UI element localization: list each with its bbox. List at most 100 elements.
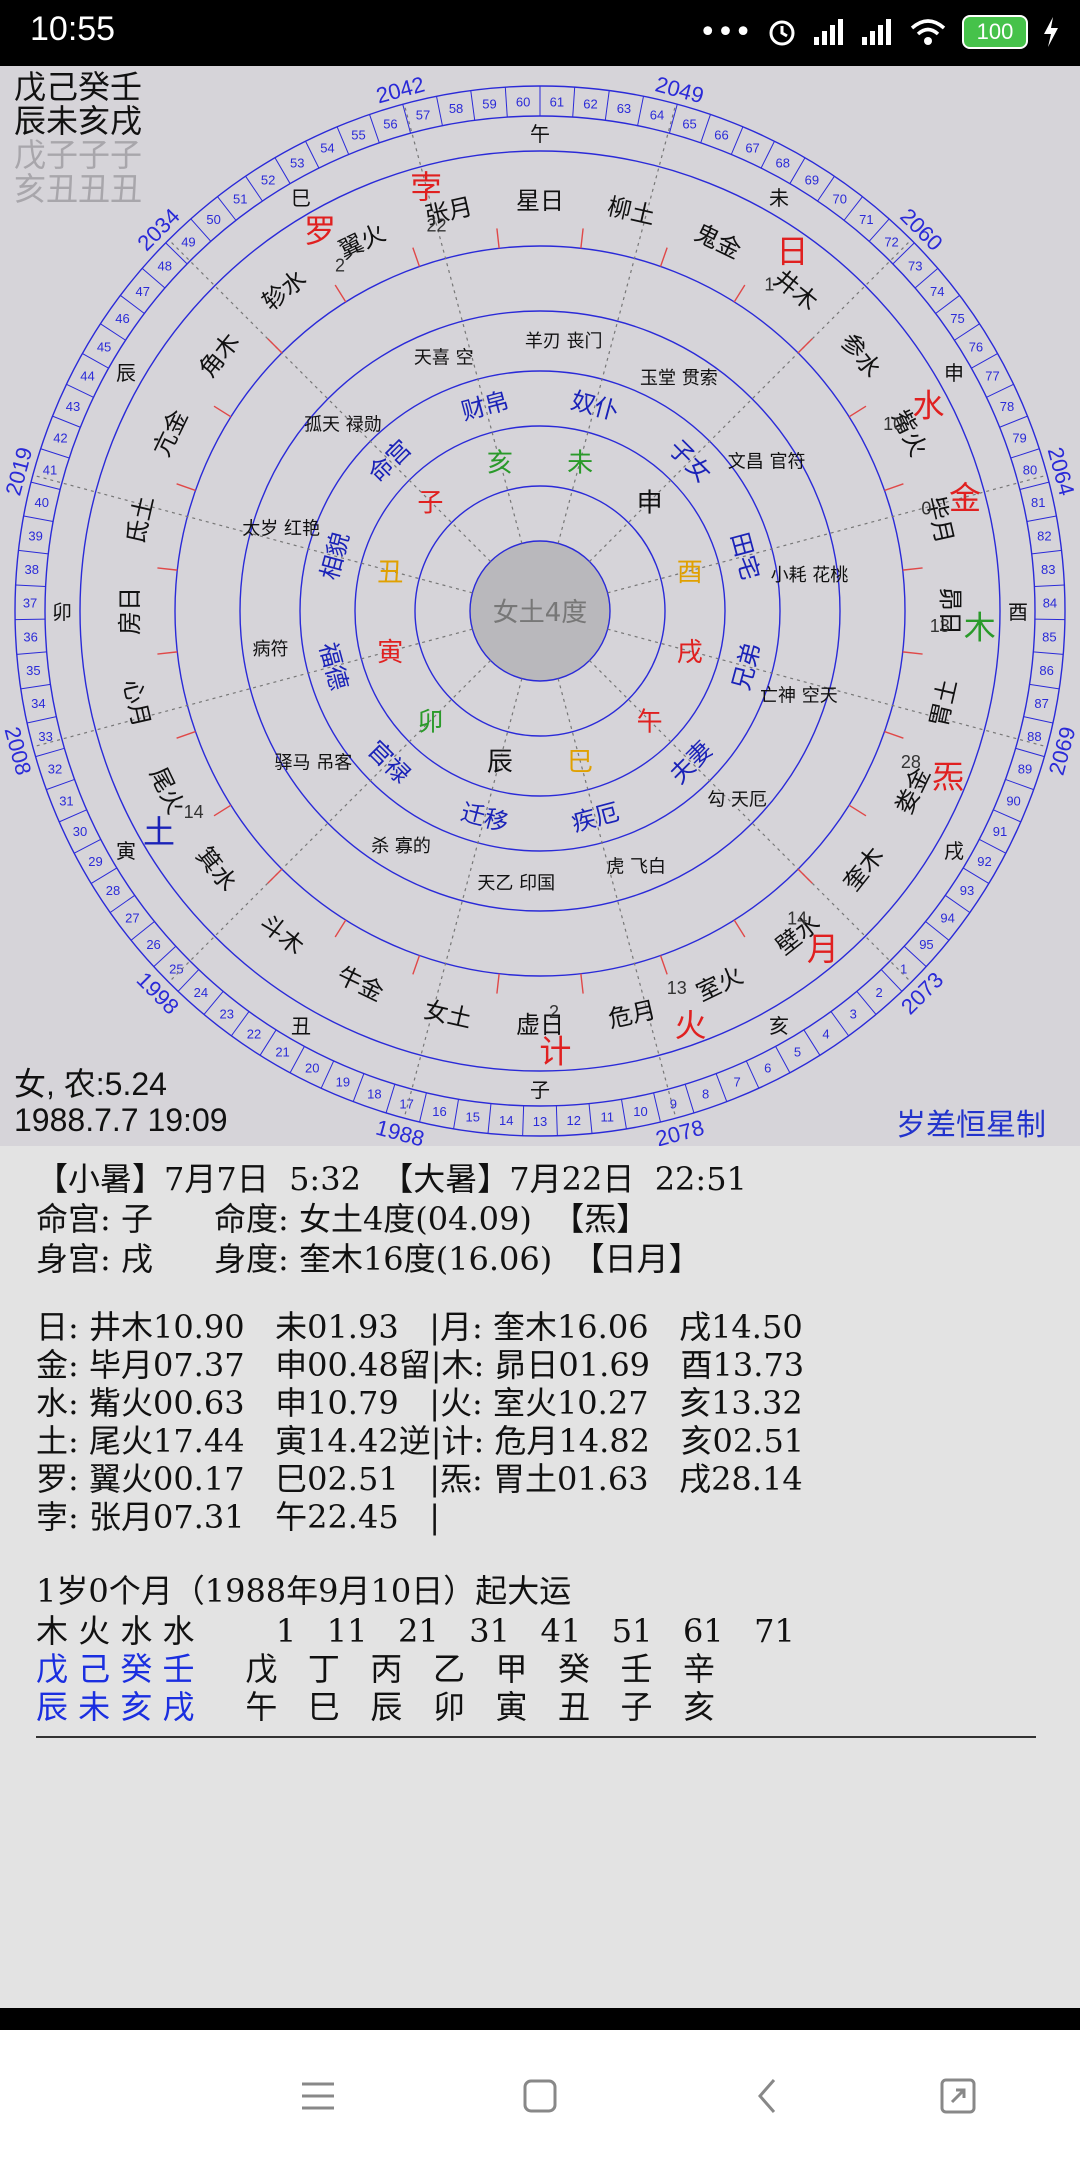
outer-branch: 酉 <box>1008 600 1028 624</box>
mansion-label: 角木 <box>194 328 246 383</box>
outer-branch: 午 <box>530 122 550 146</box>
home-icon[interactable] <box>512 2068 568 2124</box>
inner-branch: 寅 <box>377 638 403 668</box>
year-tick-label: 5 <box>794 1044 801 1059</box>
palace-label: 相貌 <box>315 529 354 583</box>
year-tick-label: 79 <box>1012 430 1026 445</box>
year-tick-label: 52 <box>261 172 275 187</box>
year-tick <box>684 1084 695 1114</box>
inner-branch: 亥 <box>487 448 513 478</box>
mansion-tick <box>334 284 347 303</box>
year-tick <box>1029 683 1060 690</box>
planet-marker: 火 <box>674 1006 706 1044</box>
year-tick-label: 16 <box>432 1104 446 1119</box>
shensha-label: 太岁 红艳 <box>242 519 320 540</box>
year-tick-label: 14 <box>499 1113 513 1128</box>
year-tick-label: 36 <box>23 629 37 644</box>
year-tick <box>40 448 70 459</box>
year-tick <box>419 1092 427 1123</box>
planet-degree: 13 <box>930 616 950 636</box>
mansion-label: 氐土 <box>121 493 159 546</box>
year-tick-label: 11 <box>601 1110 615 1125</box>
year-tick <box>352 1073 365 1102</box>
mansion-tick <box>176 483 196 492</box>
mansion-label: 室火 <box>692 961 747 1007</box>
mansion-tick <box>580 228 584 249</box>
year-tick-label: 13 <box>533 1114 547 1129</box>
year-tick <box>504 87 508 118</box>
back-icon[interactable] <box>740 2068 796 2124</box>
year-tick <box>978 838 1007 854</box>
mansion-tick <box>267 338 283 354</box>
alarm-icon <box>769 20 795 46</box>
year-tick-label: 86 <box>1039 663 1053 678</box>
dayun-branches-row: 辰 未 亥 戌 午 巳 辰 卯 寅 丑 子 亥 <box>36 1682 715 1728</box>
outer-branch: 子 <box>530 1078 550 1102</box>
mansion-label: 箕水 <box>190 842 242 897</box>
shensha-label: 天喜 空 <box>414 348 474 369</box>
planet-marker: 土 <box>143 813 175 851</box>
shensha-label: 孤天 禄勋 <box>304 415 382 436</box>
palace-label: 财帛 <box>458 386 512 425</box>
mansion-label: 柳土 <box>605 192 658 230</box>
year-tick-label: 49 <box>181 235 195 250</box>
year-tick <box>653 1092 661 1123</box>
mansion-tick <box>884 483 904 492</box>
year-tick-label: 91 <box>993 824 1007 839</box>
planet-degree: 28 <box>901 752 921 772</box>
planet-marker: 计 <box>539 1033 571 1071</box>
year-tick-label: 58 <box>449 101 463 116</box>
inner-branch: 巳 <box>567 748 593 778</box>
menu-icon[interactable] <box>290 2068 346 2124</box>
mansion-tick <box>884 730 904 739</box>
year-tick-label: 48 <box>158 259 172 274</box>
inner-branch: 辰 <box>487 748 513 778</box>
status-time: 10:55 <box>30 10 116 48</box>
recent-icon[interactable] <box>930 2068 986 2124</box>
pillars-stems: 戊己癸壬 <box>14 68 143 106</box>
shensha-label: 勾 天厄 <box>707 789 767 810</box>
planet-degree: 2 <box>335 256 345 276</box>
mansion-tick <box>157 651 178 655</box>
outer-branch: 申 <box>944 361 964 385</box>
year-tick <box>18 549 49 555</box>
brand-label: 岁差恒星制 <box>896 1108 1046 1143</box>
mansion-label: 亢金 <box>148 405 194 460</box>
mansion-label: 危月 <box>606 996 659 1034</box>
year-tick-label: 23 <box>220 1006 234 1021</box>
outer-branch: 未 <box>769 186 789 210</box>
year-label: 2069 <box>1044 724 1080 778</box>
year-tick <box>46 778 75 791</box>
year-tick-label: 24 <box>194 985 208 1000</box>
year-tick <box>305 141 320 169</box>
year-tick-label: 4 <box>822 1026 829 1041</box>
astrology-chart[interactable]: 61 62 63 64 65 66 67 68 69 70 71 72 73 74 75 76 77 78 79 80… <box>0 66 1080 1146</box>
planet-degree: 14 <box>787 908 807 928</box>
year-tick <box>522 1105 525 1136</box>
year-tick-label: 63 <box>617 101 631 116</box>
year-tick <box>954 323 980 341</box>
year-tick-label: 47 <box>136 284 150 299</box>
dayun-branches-left: 辰 未 亥 戌 <box>36 1688 195 1726</box>
mansion-tick <box>848 804 867 817</box>
mansion-tick <box>213 804 232 817</box>
mansion-label: 星日 <box>516 187 564 215</box>
mansion-label: 鬼金 <box>690 219 745 265</box>
mansion-tick <box>902 567 923 571</box>
charging-icon <box>1044 17 1058 47</box>
year-tick-label: 37 <box>23 596 37 611</box>
year-tick <box>986 383 1014 398</box>
mansion-tick <box>580 973 584 994</box>
year-tick-label: 54 <box>320 140 334 155</box>
year-tick <box>715 1073 728 1102</box>
year-tick <box>90 867 118 884</box>
year-tick <box>803 1029 821 1056</box>
year-tick-label: 82 <box>1037 528 1051 543</box>
navigation-bar <box>0 2030 1080 2160</box>
division-line <box>557 678 677 1119</box>
inner-branch: 午 <box>637 708 663 738</box>
year-tick-label: 61 <box>550 94 564 109</box>
year-tick-label: 71 <box>859 212 873 227</box>
mansion-tick <box>334 919 347 938</box>
four-pillars: 戊己癸壬 辰未亥戌 戊子子子 亥丑丑丑 <box>14 70 142 206</box>
